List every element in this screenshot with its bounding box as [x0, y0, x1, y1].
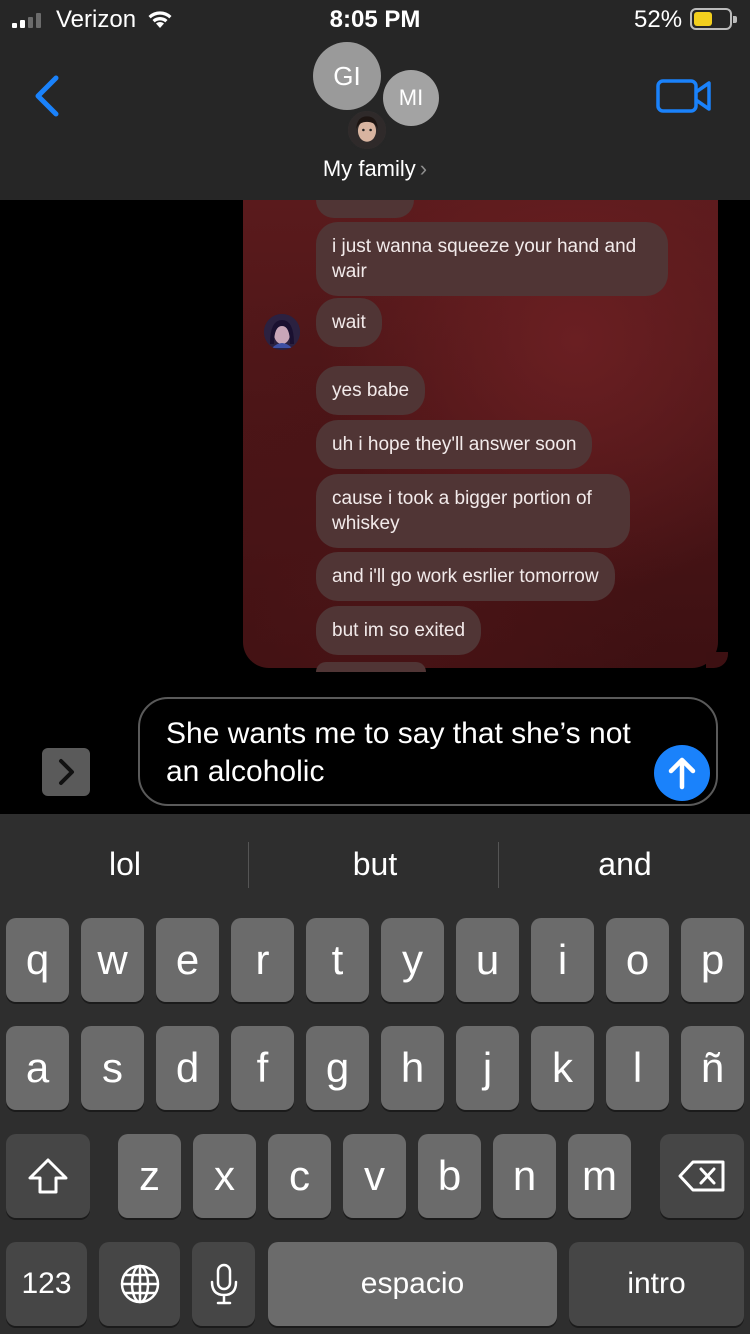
group-name[interactable]: My family ›: [0, 156, 750, 182]
key-i[interactable]: i: [531, 918, 594, 1002]
message-input[interactable]: She wants me to say that she’s not an al…: [138, 697, 718, 806]
dictation-key[interactable]: [192, 1242, 255, 1326]
suggestion-divider: [248, 842, 249, 888]
suggestion-divider: [498, 842, 499, 888]
battery-icon: [690, 8, 737, 30]
app-drawer-button[interactable]: [42, 748, 90, 796]
key-z[interactable]: z: [118, 1134, 181, 1218]
back-chevron-icon[interactable]: [28, 72, 68, 120]
numbers-key[interactable]: 123: [6, 1242, 87, 1326]
key-s[interactable]: s: [81, 1026, 144, 1110]
key-w[interactable]: w: [81, 918, 144, 1002]
key-n-tilde[interactable]: ñ: [681, 1026, 744, 1110]
key-o[interactable]: o: [606, 918, 669, 1002]
key-n[interactable]: n: [493, 1134, 556, 1218]
chevron-right-icon: [59, 759, 74, 785]
message-bubble: uh i hope they'll answer soon: [316, 420, 593, 469]
keyboard: lol but and q w e r t y u i o p a s d f …: [0, 814, 750, 1334]
globe-key[interactable]: [99, 1242, 180, 1326]
delete-key[interactable]: [660, 1134, 744, 1218]
bubble-tail: [706, 652, 728, 668]
arrow-up-icon: [668, 757, 696, 790]
key-r[interactable]: r: [231, 918, 294, 1002]
delete-icon: [678, 1160, 725, 1192]
message-bubble: cause i took a bigger portion of whiskey: [316, 474, 630, 548]
status-bar: Verizon 8:05 PM 52%: [0, 0, 750, 40]
globe-icon: [120, 1264, 159, 1304]
sender-avatar: [264, 314, 300, 350]
message-bubble: but im so exited: [316, 606, 482, 655]
avatar-photo[interactable]: [346, 109, 388, 151]
key-h[interactable]: h: [381, 1026, 444, 1110]
return-key[interactable]: intro: [569, 1242, 744, 1326]
battery-percent: 52%: [634, 6, 683, 33]
key-m[interactable]: m: [568, 1134, 631, 1218]
message-input-text[interactable]: She wants me to say that she’s not an al…: [166, 715, 636, 791]
message-bubble-partial: [316, 662, 426, 672]
key-e[interactable]: e: [156, 918, 219, 1002]
key-b[interactable]: b: [418, 1134, 481, 1218]
key-f[interactable]: f: [231, 1026, 294, 1110]
suggestion-and[interactable]: and: [500, 814, 750, 914]
key-t[interactable]: t: [306, 918, 369, 1002]
key-k[interactable]: k: [531, 1026, 594, 1110]
key-u[interactable]: u: [456, 918, 519, 1002]
message-bubble-partial: [316, 200, 414, 218]
microphone-icon: [210, 1263, 237, 1305]
shift-icon: [28, 1158, 68, 1194]
chevron-right-small-icon: ›: [419, 156, 428, 181]
key-v[interactable]: v: [343, 1134, 406, 1218]
space-key[interactable]: espacio: [268, 1242, 557, 1326]
message-bubble: i just wanna squeeze your hand and wair: [316, 222, 668, 296]
shift-key[interactable]: [6, 1134, 90, 1218]
key-g[interactable]: g: [306, 1026, 369, 1110]
key-a[interactable]: a: [6, 1026, 69, 1110]
avatar-mi[interactable]: MI: [383, 70, 439, 126]
suggestion-lol[interactable]: lol: [0, 814, 250, 914]
key-c[interactable]: c: [268, 1134, 331, 1218]
key-l[interactable]: l: [606, 1026, 669, 1110]
avatar-gi[interactable]: GI: [313, 42, 381, 110]
message-list[interactable]: i just wanna squeeze your hand and wair …: [0, 200, 750, 695]
key-d[interactable]: d: [156, 1026, 219, 1110]
key-y[interactable]: y: [381, 918, 444, 1002]
conversation-header: Verizon 8:05 PM 52% GI MI My family ›: [0, 0, 750, 200]
message-bubble: wait: [316, 298, 382, 347]
send-button[interactable]: [654, 745, 710, 801]
message-bubble: and i'll go work esrlier tomorrow: [316, 552, 615, 601]
key-q[interactable]: q: [6, 918, 69, 1002]
suggestion-but[interactable]: but: [250, 814, 500, 914]
group-name-label: My family: [322, 156, 416, 181]
key-p[interactable]: p: [681, 918, 744, 1002]
key-j[interactable]: j: [456, 1026, 519, 1110]
message-bubble: yes babe: [316, 366, 426, 415]
video-camera-icon[interactable]: [656, 78, 712, 114]
key-x[interactable]: x: [193, 1134, 256, 1218]
